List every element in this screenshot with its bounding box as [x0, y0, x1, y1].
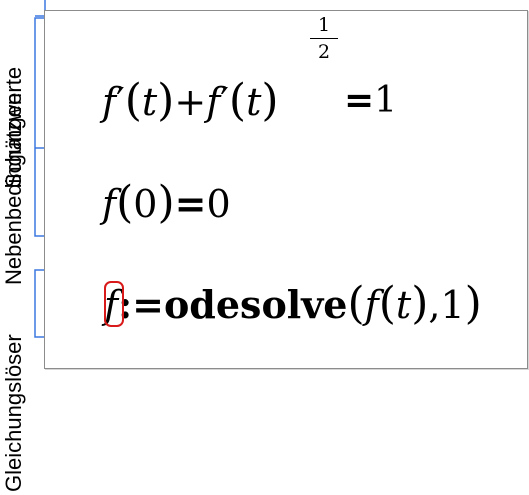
- eq1-rparen: ): [157, 75, 175, 126]
- eq2-equals: =: [174, 182, 207, 226]
- eq1-rhs: 1: [374, 80, 398, 121]
- eq1-prime: ′: [116, 80, 125, 124]
- eq3-rparen: ): [464, 278, 482, 329]
- eq3-inner-rparen: ): [411, 278, 429, 329]
- eq1-rparen2: ): [261, 75, 279, 126]
- eq1-rhs-group: =1: [344, 78, 397, 124]
- eq1-prime2: ′: [220, 80, 229, 124]
- edit-cursor-box: [104, 281, 124, 327]
- eq2-arg: 0: [133, 182, 158, 226]
- eq1-plus: +: [174, 80, 207, 124]
- eq1-f: f: [102, 80, 117, 124]
- eq2-rparen: ): [157, 177, 175, 228]
- worksheet: Gleichungslöser Nebenbedingungen Schätzw…: [0, 0, 529, 495]
- eq1-t: t: [141, 80, 158, 124]
- eq1-lparen2: (: [228, 75, 247, 126]
- initial-condition[interactable]: f(0)=0: [102, 178, 231, 229]
- eq3-f-inner: f: [364, 283, 379, 327]
- eq1-exponent-fraction: 1 2: [310, 14, 338, 63]
- fraction-bar: [310, 38, 338, 39]
- eq3-assign: :=: [118, 282, 164, 327]
- eq3-lparen: (: [347, 278, 365, 329]
- eq1-equals: =: [344, 80, 375, 121]
- odesolve-function: odesolve: [163, 282, 348, 327]
- eq1-t2: t: [246, 80, 262, 124]
- eq2-lparen: (: [116, 177, 134, 228]
- eq3-inner-lparen: (: [378, 278, 396, 329]
- eq3-comma: ,: [428, 283, 441, 327]
- eq1-exp-numerator: 1: [317, 14, 331, 36]
- eq2-rhs: 0: [206, 182, 231, 226]
- odesolve-definition[interactable]: f:=odesolve(f(t),1): [104, 279, 482, 330]
- eq3-t: t: [395, 283, 412, 327]
- eq3-end-value: 1: [440, 283, 465, 327]
- eq2-f: f: [102, 182, 117, 226]
- ode-equation[interactable]: f′(t)+f′(t): [102, 76, 279, 127]
- eq1-exp-denominator: 2: [317, 41, 331, 63]
- eq1-lparen: (: [124, 75, 142, 126]
- eq1-f2: f: [206, 80, 221, 124]
